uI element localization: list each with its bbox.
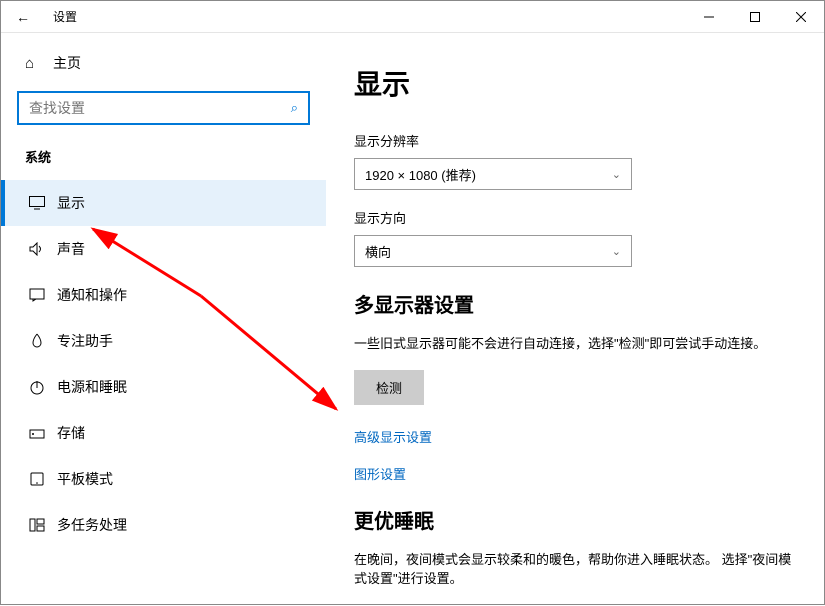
orientation-label: 显示方向 bbox=[354, 208, 796, 227]
chevron-down-icon: ⌄ bbox=[612, 245, 621, 258]
back-button[interactable]: ← bbox=[1, 9, 45, 25]
minimize-button[interactable] bbox=[686, 1, 732, 33]
monitor-icon bbox=[29, 196, 57, 210]
sidebar-item-display[interactable]: 显示 bbox=[1, 180, 326, 226]
sidebar-item-storage[interactable]: 存储 bbox=[1, 410, 326, 456]
tablet-icon bbox=[29, 472, 57, 486]
sidebar-item-label: 专注助手 bbox=[57, 331, 113, 351]
sidebar-item-label: 显示 bbox=[57, 193, 85, 213]
home-icon: ⌂ bbox=[25, 55, 53, 72]
sidebar: ⌂ 主页 ⌕ 系统 显示 声音 通知和操作 专注助手 电源和睡眠 bbox=[1, 33, 326, 604]
home-label: 主页 bbox=[53, 53, 81, 73]
sidebar-item-power[interactable]: 电源和睡眠 bbox=[1, 364, 326, 410]
orientation-value: 横向 bbox=[365, 242, 391, 261]
sidebar-item-sound[interactable]: 声音 bbox=[1, 226, 326, 272]
sidebar-item-label: 电源和睡眠 bbox=[57, 377, 127, 397]
sound-icon bbox=[29, 242, 57, 256]
storage-icon bbox=[29, 426, 57, 440]
resolution-select[interactable]: 1920 × 1080 (推荐) ⌄ bbox=[354, 158, 632, 190]
sidebar-item-tablet[interactable]: 平板模式 bbox=[1, 456, 326, 502]
search-field[interactable] bbox=[29, 100, 291, 116]
detect-button[interactable]: 检测 bbox=[354, 370, 424, 405]
sidebar-item-home[interactable]: ⌂ 主页 bbox=[1, 43, 326, 83]
orientation-select[interactable]: 横向 ⌄ bbox=[354, 235, 632, 267]
focus-icon bbox=[29, 333, 57, 349]
sidebar-item-label: 多任务处理 bbox=[57, 515, 127, 535]
resolution-value: 1920 × 1080 (推荐) bbox=[365, 165, 476, 184]
advanced-display-link[interactable]: 高级显示设置 bbox=[354, 427, 796, 446]
multi-monitor-desc: 一些旧式显示器可能不会进行自动连接，选择"检测"即可尝试手动连接。 bbox=[354, 334, 796, 354]
notification-icon bbox=[29, 288, 57, 302]
sidebar-category: 系统 bbox=[1, 125, 326, 180]
multi-monitor-heading: 多显示器设置 bbox=[354, 289, 796, 318]
sidebar-item-notifications[interactable]: 通知和操作 bbox=[1, 272, 326, 318]
sidebar-item-label: 存储 bbox=[57, 423, 85, 443]
close-button[interactable] bbox=[778, 1, 824, 33]
sidebar-item-focus[interactable]: 专注助手 bbox=[1, 318, 326, 364]
resolution-label: 显示分辨率 bbox=[354, 131, 796, 150]
sidebar-item-label: 通知和操作 bbox=[57, 285, 127, 305]
titlebar: ← 设置 bbox=[1, 1, 824, 33]
sleep-heading: 更优睡眠 bbox=[354, 505, 796, 534]
search-input[interactable]: ⌕ bbox=[17, 91, 310, 125]
multitask-icon bbox=[29, 518, 57, 532]
search-icon: ⌕ bbox=[291, 100, 298, 116]
content-pane: 显示 显示分辨率 1920 × 1080 (推荐) ⌄ 显示方向 横向 ⌄ 多显… bbox=[326, 33, 824, 604]
sidebar-item-multitask[interactable]: 多任务处理 bbox=[1, 502, 326, 548]
window-title: 设置 bbox=[45, 8, 686, 25]
chevron-down-icon: ⌄ bbox=[612, 168, 621, 181]
sleep-desc: 在晚间，夜间模式会显示较柔和的暖色，帮助你进入睡眠状态。 选择"夜间模式设置"进… bbox=[354, 550, 796, 589]
power-icon bbox=[29, 379, 57, 395]
maximize-button[interactable] bbox=[732, 1, 778, 33]
sidebar-item-label: 平板模式 bbox=[57, 469, 113, 489]
graphics-settings-link[interactable]: 图形设置 bbox=[354, 464, 796, 483]
page-title: 显示 bbox=[354, 63, 796, 103]
sidebar-item-label: 声音 bbox=[57, 239, 85, 259]
